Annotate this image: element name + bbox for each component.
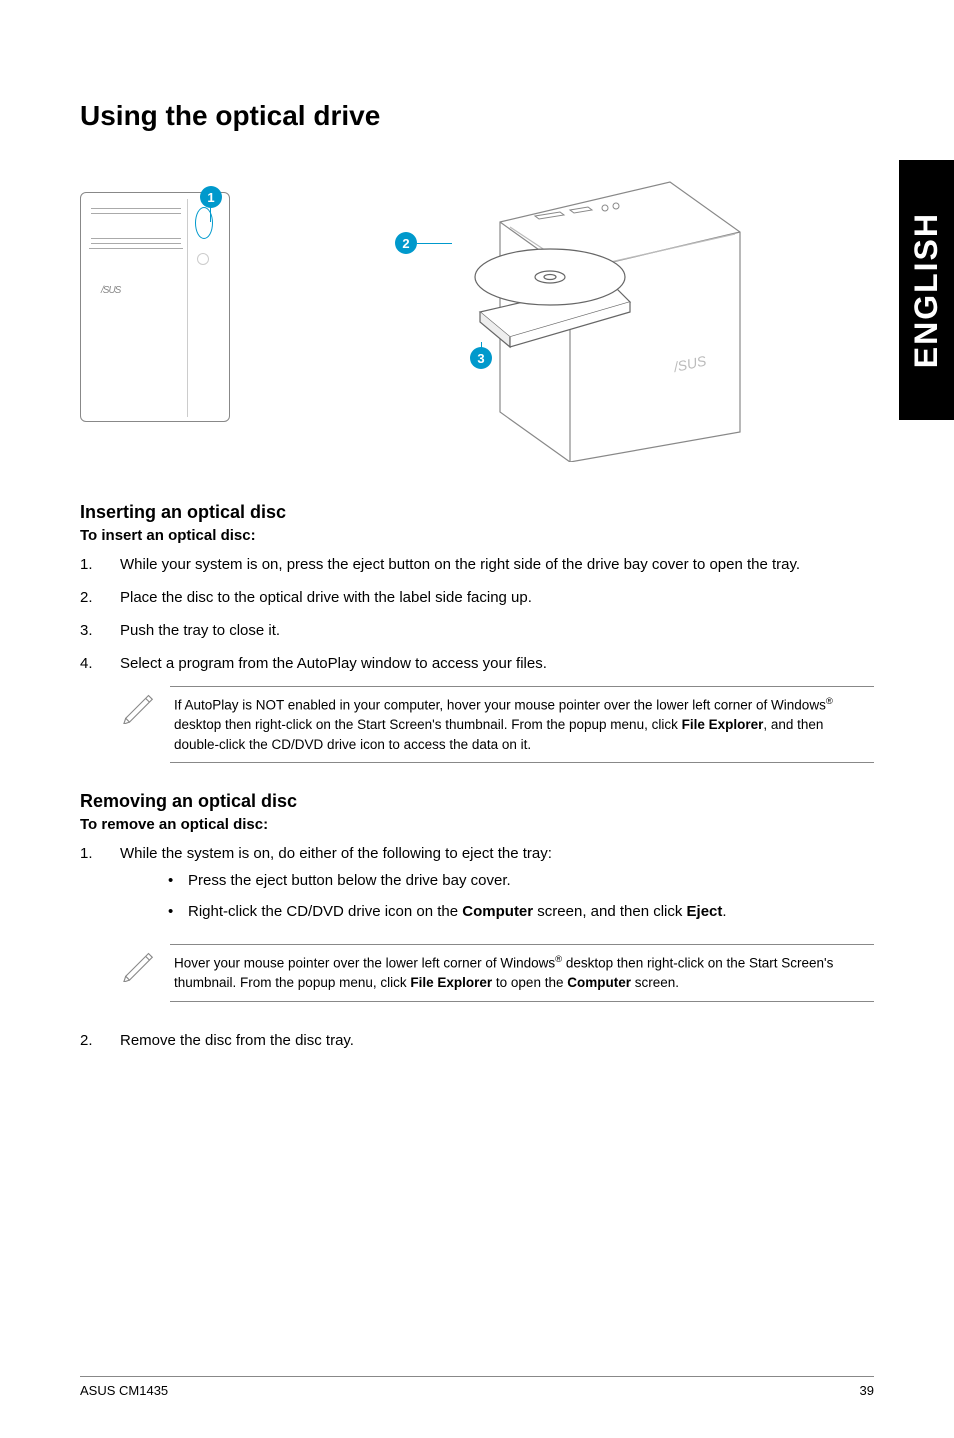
figure-row: /SUS 1 [80,162,874,462]
step-text: While your system is on, press the eject… [120,554,874,575]
callout-1: 1 [200,186,222,208]
step-text: Remove the disc from the disc tray. [120,1030,874,1051]
figure-front-tower: /SUS 1 [80,162,300,442]
step-text: While the system is on, do either of the… [120,843,874,932]
step-num: 3. [80,620,120,641]
callout-2: 2 [395,232,417,254]
asus-logo: /SUS [101,285,120,296]
bullet-item: Right-click the CD/DVD drive icon on the… [160,901,874,922]
step-num: 4. [80,653,120,674]
page-title: Using the optical drive [80,100,874,132]
step-num: 1. [80,843,120,932]
inserting-steps: 1.While your system is on, press the eje… [80,554,874,674]
step-num: 2. [80,1030,120,1051]
bullet-item: Press the eject button below the drive b… [160,870,874,891]
pencil-icon [120,686,170,729]
inserting-sub: To insert an optical disc: [80,527,874,544]
callout-3: 3 [470,347,492,369]
removing-steps: 1. While the system is on, do either of … [80,843,874,932]
note-text: If AutoPlay is NOT enabled in your compu… [170,686,874,763]
step-text: Place the disc to the optical drive with… [120,587,874,608]
tower-front: /SUS [80,192,230,422]
pencil-icon [120,944,170,987]
footer-left: ASUS CM1435 [80,1383,168,1398]
step-text: Select a program from the AutoPlay windo… [120,653,874,674]
language-label: ENGLISH [908,212,945,368]
footer-page-num: 39 [860,1383,874,1398]
step-num: 1. [80,554,120,575]
removing-bullets: Press the eject button below the drive b… [120,870,874,922]
language-tab: ENGLISH [899,160,954,420]
note-hover: Hover your mouse pointer over the lower … [120,944,874,1002]
removing-steps-2: 2.Remove the disc from the disc tray. [80,1030,874,1051]
note-text: Hover your mouse pointer over the lower … [170,944,874,1002]
inserting-heading: Inserting an optical disc [80,502,874,523]
removing-sub: To remove an optical disc: [80,816,874,833]
removing-heading: Removing an optical disc [80,791,874,812]
figure-iso-tower: /SUS 2 3 [360,162,740,462]
note-autoplay: If AutoPlay is NOT enabled in your compu… [120,686,874,763]
step-text: Push the tray to close it. [120,620,874,641]
step-num: 2. [80,587,120,608]
page-footer: ASUS CM1435 39 [80,1376,874,1398]
tower-iso-svg: /SUS [420,172,760,462]
